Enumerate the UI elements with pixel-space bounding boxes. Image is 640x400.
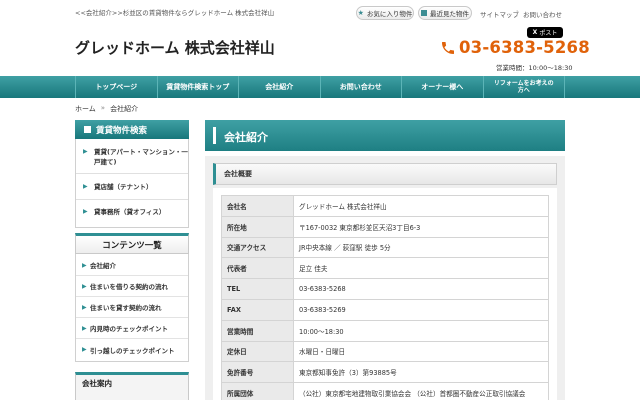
- nav-item-owners[interactable]: オーナー様へ: [402, 76, 484, 98]
- row-value: （公社）東京都宅地建物取引業協会会 （公社）首都圏不動産公正取引協議会: [293, 382, 549, 400]
- breadcrumb-home[interactable]: ホーム: [75, 104, 96, 114]
- contents-item-leasing-flow[interactable]: ▶ 住まいを貸す契約の流れ: [76, 297, 188, 318]
- rental-item-label: 賃貸(アパート・マンション・一戸建て): [94, 148, 188, 166]
- row-label: 所在地: [221, 215, 294, 238]
- arrow-right-icon: ▶: [82, 282, 87, 290]
- nav-item-contact[interactable]: お問い合わせ: [321, 76, 402, 98]
- arrow-right-icon: ▶: [82, 346, 87, 353]
- arrow-right-icon: ▶: [82, 303, 87, 311]
- recent-properties-button[interactable]: 最近見た物件: [418, 6, 472, 20]
- contents-item-renting-flow[interactable]: ▶ 住まいを借りる契約の流れ: [76, 276, 188, 297]
- company-info-table: 会社名 グレッドホーム 株式会社祥山 所在地 〒167-0032 東京都杉並区天沼3丁…: [221, 195, 549, 400]
- post-label: ポスト: [539, 30, 558, 37]
- row-label: TEL: [221, 278, 294, 300]
- phone-number[interactable]: 03-6383-5268: [459, 38, 590, 57]
- x-post-button[interactable]: X ポスト: [527, 27, 563, 38]
- global-nav: トップページ 賃貸物件検索トップ 会社紹介 お問い合わせ オーナー様へ リフォー…: [75, 76, 565, 98]
- contents-heading: コンテンツ一覧: [75, 233, 189, 254]
- square-bullet-icon: [84, 126, 91, 133]
- title-accent-bar: [213, 127, 216, 144]
- table-row: 会社名 グレッドホーム 株式会社祥山: [221, 195, 549, 217]
- site-title[interactable]: グレッドホーム 株式会社祥山: [75, 37, 275, 58]
- row-value: 水曜日・日曜日: [293, 340, 549, 363]
- contents-item-moving-checkpoints[interactable]: ▶ 引っ越しのチェックポイント: [76, 339, 188, 360]
- rental-item-residential[interactable]: ▶ 賃貸(アパート・マンション・一戸建て): [76, 147, 188, 167]
- row-value: 03-6383-5269: [293, 298, 549, 321]
- row-value: 10:00～18:30: [293, 319, 549, 342]
- business-hours: 営業時間：10:00～18:30: [496, 64, 573, 72]
- table-row: 所属団体 （公社）東京都宅地建物取引業協会会 （公社）首都圏不動産公正取引協議会: [221, 382, 549, 400]
- divider: [76, 199, 188, 200]
- row-label: 代表者: [221, 257, 294, 280]
- star-icon: ★: [357, 9, 364, 17]
- table-row: 定休日 水曜日・日曜日: [221, 340, 549, 363]
- arrow-right-icon: ▶: [82, 261, 87, 269]
- row-label: 交通アクセス: [221, 236, 294, 259]
- nav-item-top[interactable]: トップページ: [75, 76, 158, 98]
- row-label: 免許番号: [221, 361, 294, 384]
- table-row: 代表者 足立 佳夫: [221, 257, 549, 280]
- table-row: 営業時間 10:00～18:30: [221, 319, 549, 342]
- rental-item-label: 貸店舗（テナント）: [94, 183, 153, 191]
- history-icon: [421, 10, 427, 16]
- row-value: 足立 佳夫: [293, 257, 549, 280]
- rental-item-label: 貸事務所（貸オフィス）: [94, 208, 166, 216]
- arrow-right-icon: ▶: [83, 183, 88, 190]
- row-label: 会社名: [221, 195, 294, 217]
- favorites-button[interactable]: ★ お気に入り物件: [356, 6, 414, 20]
- row-value: 東京都知事免許（3）第93885号: [293, 361, 549, 384]
- row-label: 所属団体: [221, 382, 294, 400]
- row-value: JR中央本線 ／ 荻窪駅 徒歩 5分: [293, 236, 549, 259]
- breadcrumb-current: 会社紹介: [110, 105, 139, 113]
- contents-menu: ▶ 会社紹介 ▶ 住まいを借りる契約の流れ ▶ 住まいを貸す契約の流れ ▶ 内見…: [75, 254, 189, 362]
- nav-item-company[interactable]: 会社紹介: [239, 76, 321, 98]
- rental-item-office[interactable]: ▶ 貸事務所（貸オフィス）: [76, 207, 188, 217]
- contents-item-viewing-checkpoints[interactable]: ▶ 内見時のチェックポイント: [76, 318, 188, 339]
- phone-icon: [442, 42, 454, 54]
- row-value: 〒167-0032 東京都杉並区天沼3丁目6-3: [293, 215, 549, 238]
- recent-label: 最近見た物件: [430, 10, 469, 18]
- table-row: 所在地 〒167-0032 東京都杉並区天沼3丁目6-3: [221, 215, 549, 238]
- contents-item-label: 内見時のチェックポイント: [90, 325, 168, 333]
- arrow-right-icon: ▶: [83, 208, 88, 215]
- nav-reform-line2: 方へ: [517, 87, 530, 94]
- contents-item-label: 住まいを借りる契約の流れ: [90, 283, 168, 291]
- contents-item-label: 引っ越しのチェックポイント: [90, 346, 175, 355]
- table-row: FAX 03-6383-5269: [221, 298, 549, 321]
- arrow-right-icon: ▶: [83, 148, 88, 155]
- contents-item-label: 住まいを貸す契約の流れ: [90, 304, 162, 312]
- divider: [76, 173, 188, 174]
- contact-link[interactable]: お問い合わせ: [523, 9, 562, 19]
- rental-item-shop[interactable]: ▶ 貸店舗（テナント）: [76, 182, 188, 192]
- contents-item-company[interactable]: ▶ 会社紹介: [76, 255, 188, 276]
- page-title: 会社紹介: [224, 131, 268, 144]
- arrow-right-icon: ▶: [82, 324, 87, 332]
- top-link-separator: |: [516, 9, 519, 17]
- table-row: 免許番号 東京都知事免許（3）第93885号: [221, 361, 549, 384]
- row-value: 03-6383-5268: [293, 278, 549, 300]
- favorites-label: お気に入り物件: [366, 10, 413, 18]
- x-logo-icon: X: [532, 29, 538, 36]
- row-label: 営業時間: [221, 319, 294, 342]
- sitemap-link[interactable]: サイトマップ: [480, 9, 519, 19]
- breadcrumb: ホーム » 会社紹介: [75, 104, 138, 114]
- breadcrumb-separator: »: [100, 104, 106, 112]
- company-info-heading: 会社案内: [82, 379, 112, 388]
- section-heading: 会社概要: [213, 163, 557, 185]
- nav-item-reform[interactable]: リフォームをお考えの 方へ: [484, 76, 565, 98]
- nav-reform-line1: リフォームをお考えの: [493, 80, 554, 87]
- rental-search-heading: 賃貸物件検索: [75, 120, 189, 139]
- header-tagline: <<会社紹介>>杉並区の賃貸物件ならグレッドホーム 株式会社祥山: [75, 9, 275, 17]
- nav-item-rental-search[interactable]: 賃貸物件検索トップ: [158, 76, 239, 98]
- row-value: グレッドホーム 株式会社祥山: [293, 195, 549, 217]
- row-label: 定休日: [221, 340, 294, 363]
- table-row: TEL 03-6383-5268: [221, 278, 549, 300]
- table-row: 交通アクセス JR中央本線 ／ 荻窪駅 徒歩 5分: [221, 236, 549, 259]
- row-label: FAX: [221, 298, 294, 321]
- rental-search-menu: ▶ 賃貸(アパート・マンション・一戸建て) ▶ 貸店舗（テナント） ▶ 貸事務所…: [75, 139, 189, 228]
- contents-item-label: 会社紹介: [90, 262, 116, 270]
- rental-search-title: 賃貸物件検索: [96, 125, 148, 136]
